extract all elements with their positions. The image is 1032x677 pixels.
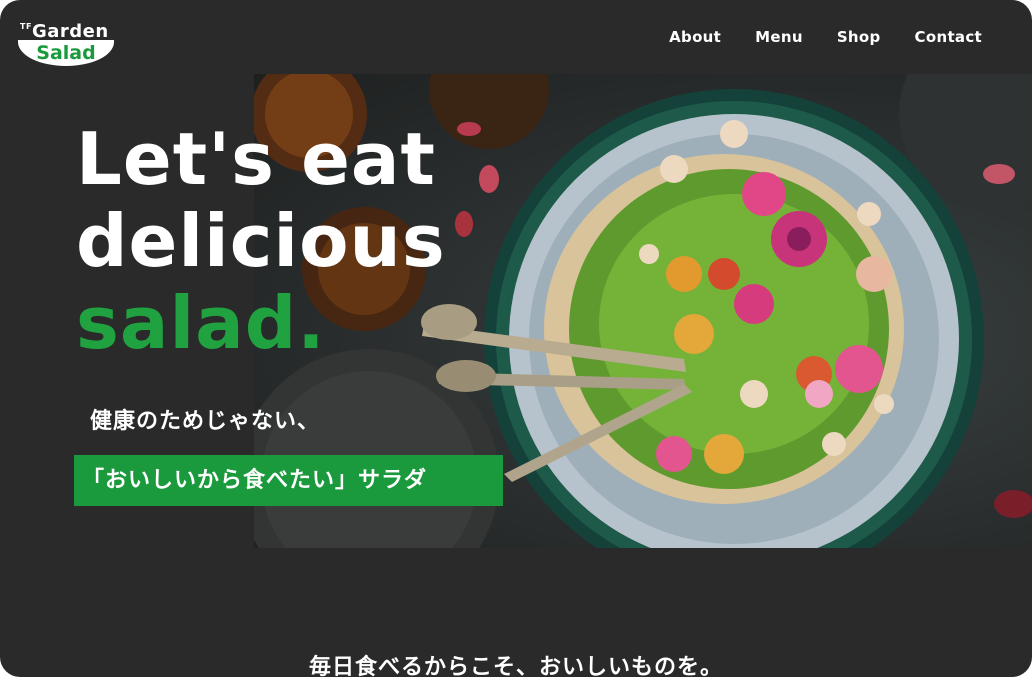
logo-garden-text: Garden bbox=[32, 21, 109, 42]
logo[interactable]: TF Garden Salad bbox=[18, 20, 116, 68]
headline-line-2: delicious bbox=[76, 199, 446, 283]
hero-tagline-2-banner: 「おいしいから食べたい」サラダ bbox=[74, 455, 503, 506]
nav-shop-link[interactable]: Shop bbox=[837, 28, 881, 46]
nav-about-link[interactable]: About bbox=[669, 28, 721, 46]
logo-salad-text: Salad bbox=[36, 42, 96, 64]
nav-menu-link[interactable]: Menu bbox=[755, 28, 803, 46]
headline-line-1: Let's eat bbox=[76, 117, 436, 201]
section-heading: 毎日食べるからこそ、おいしいものを。 bbox=[308, 655, 723, 677]
hero-tagline-1: 健康のためじゃない、 bbox=[90, 409, 321, 434]
page-frame: TF Garden Salad About Menu Shop Contact bbox=[0, 0, 1032, 677]
hero-headline: Let's eat delicious salad. bbox=[76, 118, 446, 364]
logo-tf-text: TF bbox=[20, 22, 32, 31]
main-nav: About Menu Shop Contact bbox=[669, 28, 982, 46]
nav-contact-link[interactable]: Contact bbox=[915, 28, 982, 46]
headline-line-3: salad. bbox=[76, 281, 326, 365]
